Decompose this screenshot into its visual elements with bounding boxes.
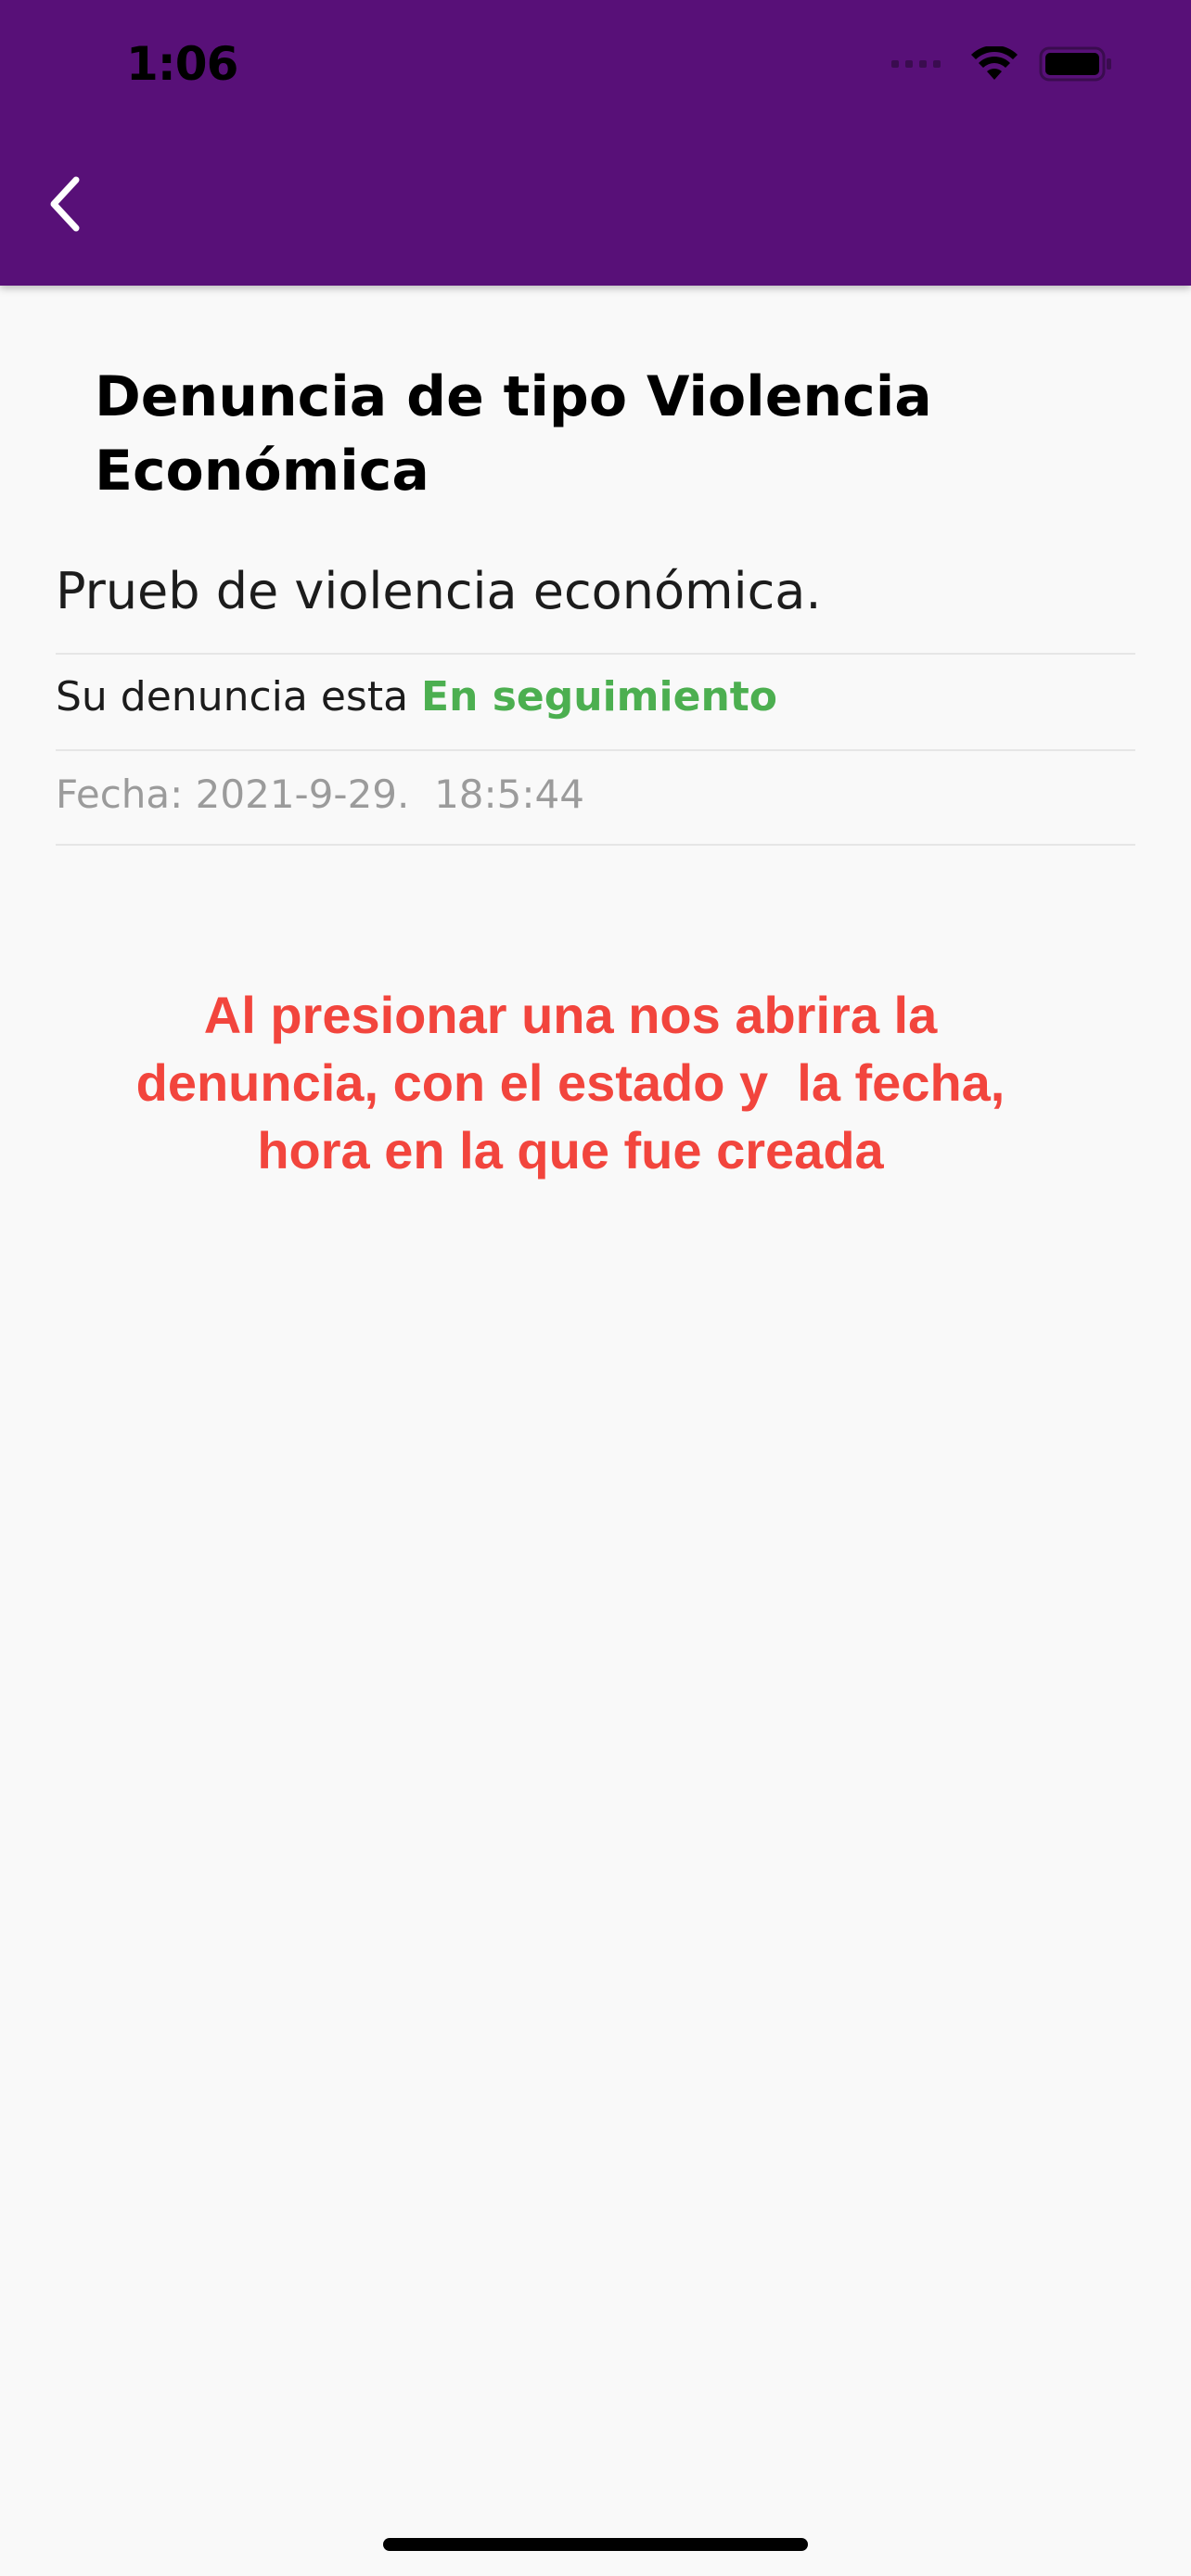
complaint-description: Prueb de violencia económica. [56, 562, 822, 620]
complaint-date: Fecha: 2021-9-29. 18:5:44 [56, 772, 584, 817]
complaint-title: Denuncia de tipo Violencia Económica [95, 364, 932, 504]
cellular-signal-icon [891, 60, 941, 68]
back-button[interactable] [28, 167, 102, 241]
status-bar-time: 1:06 [126, 37, 238, 91]
status-prefix: Su denuncia esta [56, 673, 409, 721]
app-bar: 1:06 [0, 0, 1191, 286]
status-bar-indicators [891, 46, 1113, 82]
chevron-left-icon [50, 176, 80, 232]
wifi-icon [971, 46, 1018, 80]
home-indicator[interactable] [383, 2538, 808, 2551]
divider [56, 844, 1135, 846]
annotation-note: Al presionar una nos abrira la denuncia,… [135, 986, 1005, 1180]
divider [56, 653, 1135, 655]
complaint-status: Su denuncia esta En seguimiento [56, 673, 777, 721]
status-value: En seguimiento [421, 673, 778, 721]
battery-icon [1039, 46, 1111, 82]
divider [56, 749, 1135, 751]
